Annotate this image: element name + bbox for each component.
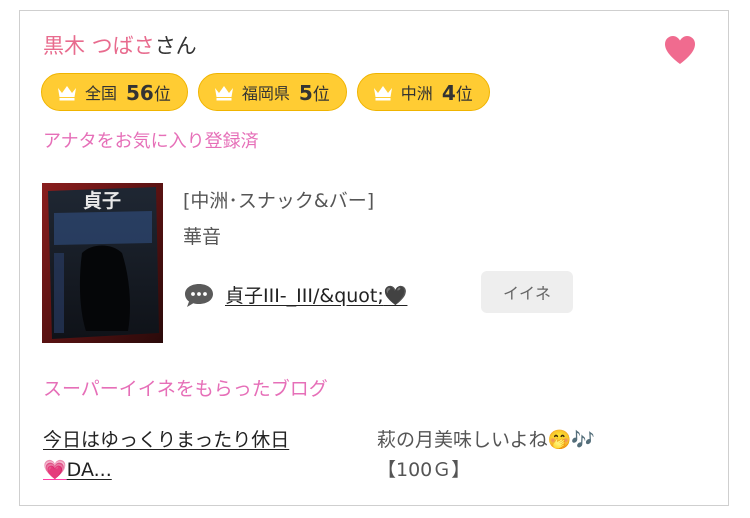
blog-title-line1: 今日はゆっくりまったり休日 [43,429,290,451]
ranking-number: 4 [441,80,456,105]
ranking-number: 56 [126,80,154,105]
crown-icon [214,86,233,101]
favorite-heart-icon[interactable] [662,33,698,69]
ranking-number: 5 [298,80,313,105]
blog-title-link[interactable]: 今日はゆっくりまったり休日 💗DA... [43,425,363,485]
ranking-badges: 全国 56位 福岡県 5位 中洲 4位 [41,73,490,111]
user-name-row: 黒木 つばささん [43,31,197,61]
post-title-link[interactable]: 貞子III-_III/&quot;🖤 [225,281,407,308]
user-name-suffix: さん [154,34,197,58]
ranking-area: 中洲 [400,84,433,103]
thumbnail-title: 貞子 [83,189,121,212]
ranking-unit: 位 [153,84,171,105]
blog-description-line2: 【100Ｇ】 [377,459,471,481]
favorite-status-text: アナタをお気に入り登録済 [43,131,259,152]
user-name[interactable]: 黒木 つばさ [43,34,155,58]
crown-icon [58,86,76,101]
black-heart-emoji: 🖤 [383,285,408,307]
shop-name[interactable]: 華音 [183,223,221,251]
shop-category: [中洲･スナック&バー] [183,190,375,212]
ranking-unit: 位 [312,84,330,105]
blog-description: 萩の月美味しいよね🤭🎶 【100Ｇ】 [377,425,717,485]
post-thumbnail[interactable]: 貞子 [42,183,163,343]
ranking-badge-district[interactable]: 中洲 4位 [356,73,490,111]
post-title-text: 貞子III-_III/&quot; [225,285,384,307]
ranking-badge-national[interactable]: 全国 56位 [41,73,188,111]
ranking-area: 全国 [85,84,118,103]
blog-title-line2: DA... [66,459,112,481]
post-title-row: 貞子III-_III/&quot;🖤 [183,281,407,308]
profile-card: 黒木 つばささん 全国 56位 福岡県 5位 中洲 4位 アナタをお気に入り登録… [19,10,729,506]
ranking-badge-prefecture[interactable]: 福岡県 5位 [197,73,347,111]
super-iine-blog-heading: スーパーイイネをもらったブログ [43,378,328,400]
blog-description-line1: 萩の月美味しいよね🤭🎶 [377,429,595,451]
ranking-unit: 位 [455,84,473,105]
chat-bubble-icon [185,283,213,307]
crown-icon [373,86,392,101]
ranking-area: 福岡県 [241,84,290,103]
pink-heart-emoji: 💗 [43,459,67,481]
iine-button[interactable]: イイネ [481,271,573,313]
